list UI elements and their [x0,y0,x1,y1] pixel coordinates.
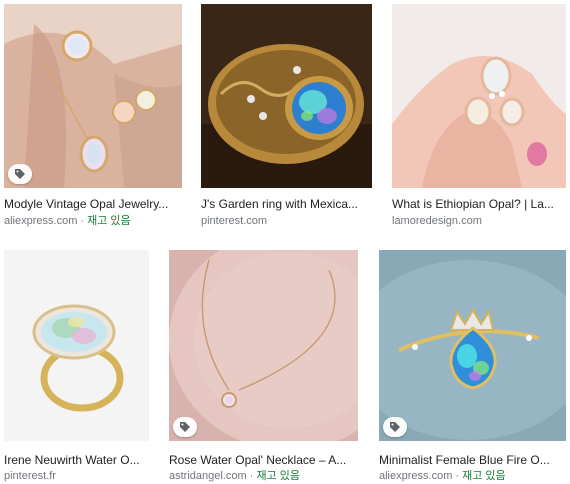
result-thumbnail[interactable] [4,4,182,188]
source-domain: astridangel.com [169,470,247,482]
result-title[interactable]: What is Ethiopian Opal? | La... [392,196,566,212]
source-domain: aliexpress.com [379,470,453,482]
result-source: pinterest.com [201,214,267,228]
result-thumbnail[interactable] [392,4,566,188]
result-source: aliexpress.com · 재고 있음 [379,469,506,483]
source-domain: aliexpress.com [4,215,78,227]
result-card[interactable]: Rose Water Opal' Necklace – A... astrida… [169,250,358,484]
meta-separator: · [246,470,257,482]
result-source: aliexpress.com · 재고 있음 [4,214,131,228]
result-source: pinterest.fr [4,469,56,483]
result-source: lamoredesign.com [392,214,482,228]
result-card[interactable]: J's Garden ring with Mexica... pinterest… [201,4,372,232]
stock-status: 재고 있음 [87,215,131,227]
result-thumbnail[interactable] [169,250,358,441]
result-title[interactable]: Irene Neuwirth Water O... [4,452,149,468]
result-thumbnail[interactable] [379,250,566,441]
result-card[interactable]: What is Ethiopian Opal? | La... lamorede… [392,4,566,232]
stock-status: 재고 있음 [462,470,506,482]
result-card[interactable]: Modyle Vintage Opal Jewelry... aliexpres… [4,4,182,232]
source-domain: lamoredesign.com [392,215,482,227]
result-title[interactable]: Minimalist Female Blue Fire O... [379,452,566,468]
result-source: astridangel.com · 재고 있음 [169,469,300,483]
source-domain: pinterest.com [201,215,268,227]
result-card[interactable]: Minimalist Female Blue Fire O... aliexpr… [379,250,566,484]
result-card[interactable]: Irene Neuwirth Water O... pinterest.fr [4,250,149,484]
meta-separator: · [452,470,463,482]
stock-status: 재고 있음 [256,470,300,482]
result-thumbnail[interactable] [4,250,149,441]
meta-separator: · [77,215,88,227]
result-thumbnail[interactable] [201,4,372,188]
result-title[interactable]: Rose Water Opal' Necklace – A... [169,452,358,468]
source-domain: pinterest.fr [4,470,56,482]
result-title[interactable]: J's Garden ring with Mexica... [201,196,372,212]
result-title[interactable]: Modyle Vintage Opal Jewelry... [4,196,182,212]
tag-icon [8,164,32,184]
tag-icon [173,417,197,437]
tag-icon [383,417,407,437]
